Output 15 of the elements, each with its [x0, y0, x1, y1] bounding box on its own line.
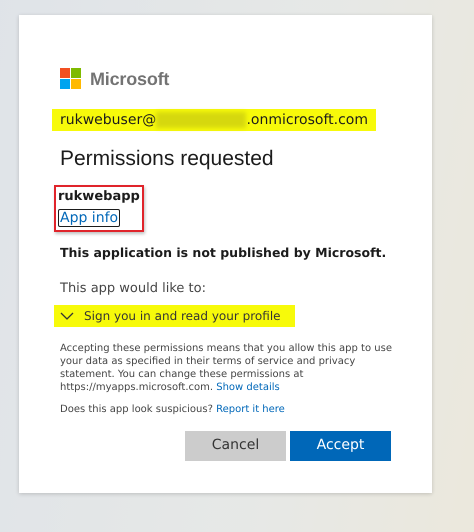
- account-email: rukwebuser@ .onmicrosoft.com: [52, 109, 376, 131]
- publisher-notice: This application is not published by Microsoft.: [60, 244, 388, 262]
- brand-name: Microsoft: [90, 68, 170, 90]
- report-link[interactable]: Report it here: [216, 404, 285, 415]
- page-title: Permissions requested: [60, 146, 275, 172]
- disclaimer-text: Accepting these permissions means that you allow this app to use your data as specified in their terms of service and privacy statement. You can change these permissions at https://myapps.microsoft.com. Show details: [60, 342, 392, 394]
- permission-item[interactable]: Sign you in and read your profile: [54, 304, 295, 327]
- cancel-button[interactable]: Cancel: [185, 430, 286, 461]
- app-name: rukwebapp: [58, 188, 140, 204]
- logo-icon: [60, 68, 82, 90]
- report-text: Does this app look suspicious? Report it here: [60, 402, 286, 417]
- accept-button[interactable]: Accept: [290, 430, 391, 461]
- show-details-link[interactable]: Show details: [216, 382, 280, 393]
- permissions-intro: This app would like to:: [60, 280, 207, 298]
- app-info-link[interactable]: App info: [58, 208, 120, 226]
